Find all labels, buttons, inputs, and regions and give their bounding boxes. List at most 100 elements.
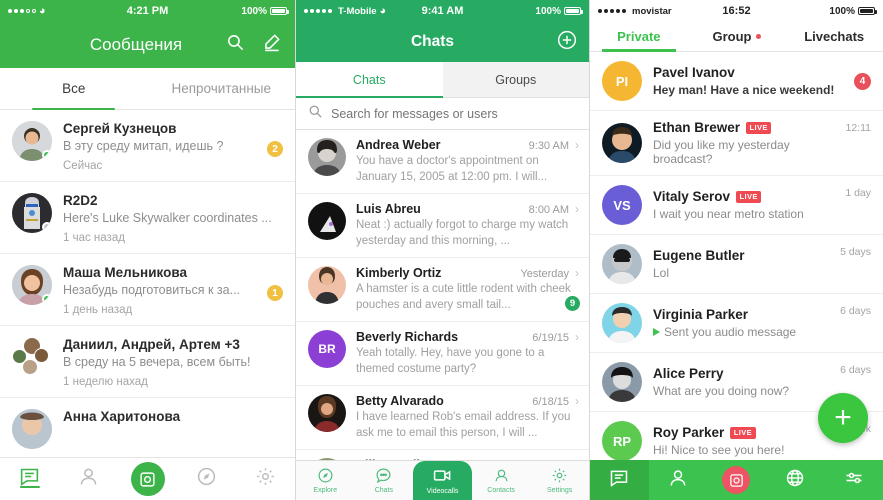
tab-settings[interactable]: Settings bbox=[530, 461, 589, 500]
tab-chats-label: Chats bbox=[374, 487, 394, 494]
presence-dot bbox=[42, 294, 52, 304]
tab-settings[interactable] bbox=[236, 466, 295, 492]
contacts-icon bbox=[493, 467, 510, 486]
contact-name: Eugene Butler bbox=[653, 248, 745, 263]
contact-name: Ethan Brewer bbox=[653, 120, 741, 135]
contact-name: Virginia Parker bbox=[653, 307, 749, 322]
avatar bbox=[12, 265, 52, 305]
chat-bubble-icon bbox=[609, 468, 629, 493]
tab-explore[interactable]: Explore bbox=[296, 461, 355, 500]
bottom-tab-bar: Explore Chats Videocalls Contacts Settin… bbox=[296, 460, 589, 500]
tab-contacts[interactable] bbox=[59, 466, 118, 492]
tab-contacts[interactable] bbox=[649, 460, 708, 500]
tab-contacts[interactable]: Contacts bbox=[472, 461, 531, 500]
filter-tabs: Все Непрочитанные bbox=[0, 68, 295, 110]
nav-bar: Chats bbox=[296, 22, 589, 62]
status-bar: ◕ 4:21 PM 100% bbox=[0, 0, 295, 22]
tab-group[interactable]: Group bbox=[688, 22, 786, 51]
message-preview: В эту среду митап, идешь ? bbox=[63, 139, 224, 153]
avatar: PI bbox=[602, 61, 642, 101]
tab-chats[interactable]: Chats bbox=[296, 62, 443, 98]
message-preview: Yeah totally. Hey, have you gone to a th… bbox=[356, 347, 545, 375]
list-item[interactable]: Ethan Brewer LIVE Did you like my yester… bbox=[590, 111, 883, 176]
contact-name: Alice Perry bbox=[653, 366, 724, 381]
list-item[interactable]: Даниил, Андрей, Артем +3 В среду на 5 ве… bbox=[0, 326, 295, 398]
message-preview: Did you like my yesterday broadcast? bbox=[653, 138, 790, 166]
tab-private[interactable]: Private bbox=[590, 22, 688, 52]
contact-name: Andrea Weber bbox=[356, 138, 441, 152]
tab-settings[interactable] bbox=[824, 460, 883, 500]
conversation-list[interactable]: Сергей Кузнецов В эту среду митап, идешь… bbox=[0, 110, 295, 457]
message-preview: Hi! Nice to see you here! bbox=[653, 443, 785, 457]
presence-dot bbox=[42, 222, 52, 232]
timestamp: 5 days bbox=[840, 246, 871, 258]
tab-all[interactable]: Все bbox=[0, 68, 148, 110]
gear-icon bbox=[551, 467, 568, 486]
tab-contacts-label: Contacts bbox=[487, 487, 515, 494]
chat-list[interactable]: Andrea Weber 9:30 AM › You have a doctor… bbox=[296, 130, 589, 460]
avatar-initials: BR bbox=[318, 342, 336, 357]
search-bar[interactable] bbox=[296, 98, 589, 130]
three-panel-screenshot: ◕ 4:21 PM 100% Сообщения Все Непрочитанн… bbox=[0, 0, 883, 500]
list-item[interactable]: VS Vitaly Serov LIVE I wait you near met… bbox=[590, 176, 883, 235]
bottom-tab-bar bbox=[590, 460, 883, 500]
tab-private-label: Private bbox=[617, 29, 661, 44]
list-item[interactable]: Сергей Кузнецов В эту среду митап, идешь… bbox=[0, 110, 295, 182]
list-item[interactable]: Betty Alvarado 6/18/15 › I have learned … bbox=[296, 386, 589, 451]
status-time: 16:52 bbox=[722, 5, 751, 17]
avatar bbox=[308, 266, 346, 305]
globe-icon bbox=[785, 468, 805, 493]
tab-livechats[interactable]: Livechats bbox=[785, 22, 883, 51]
list-item[interactable]: Маша Мельникова Незабудь подготовиться к… bbox=[0, 254, 295, 326]
tab-explore[interactable] bbox=[177, 466, 236, 492]
live-badge: LIVE bbox=[746, 121, 772, 134]
contact-name: R2D2 bbox=[63, 193, 98, 208]
play-audio-icon[interactable] bbox=[653, 328, 660, 336]
search-input[interactable] bbox=[331, 106, 577, 121]
list-item-content: Virginia Parker Sent you audio message bbox=[653, 307, 829, 339]
chevron-right-icon: › bbox=[575, 330, 579, 345]
tab-groups[interactable]: Groups bbox=[442, 62, 589, 97]
list-item-content: Betty Alvarado 6/18/15 › I have learned … bbox=[356, 394, 579, 441]
list-item[interactable]: Billy Hamilton 6/17/15 › Mmhm, I don't l… bbox=[296, 450, 589, 460]
battery-icon bbox=[858, 7, 877, 15]
avatar bbox=[12, 193, 52, 233]
list-item[interactable]: Andrea Weber 9:30 AM › You have a doctor… bbox=[296, 130, 589, 195]
contact-name: Маша Мельникова bbox=[63, 265, 187, 280]
tab-unread[interactable]: Непрочитанные bbox=[148, 68, 296, 109]
list-item[interactable]: PI Pavel Ivanov Hey man! Have a nice wee… bbox=[590, 52, 883, 111]
unread-dot-icon bbox=[755, 34, 761, 39]
tab-discover[interactable] bbox=[766, 460, 825, 500]
tab-groups-label: Groups bbox=[495, 72, 537, 87]
tab-camera[interactable] bbox=[118, 462, 177, 496]
compose-pencil-icon[interactable] bbox=[262, 33, 281, 57]
list-item[interactable]: Kimberly Ortiz Yesterday › A hamster is … bbox=[296, 258, 589, 323]
tab-videocalls[interactable]: Videocalls bbox=[413, 461, 472, 500]
plus-circle-icon[interactable] bbox=[557, 30, 577, 55]
avatar bbox=[602, 303, 642, 343]
list-item[interactable]: BR Beverly Richards 6/19/15 › Yeah total… bbox=[296, 322, 589, 387]
timestamp: 6/19/15 bbox=[532, 332, 569, 345]
panel-chats-en: T-Mobile ◕ 9:41 AM 100% Chats Chats Grou… bbox=[295, 0, 590, 500]
list-item-content: Сергей Кузнецов В эту среду митап, идешь… bbox=[63, 121, 256, 172]
tab-explore-label: Explore bbox=[313, 487, 338, 494]
timestamp: 6 days bbox=[840, 305, 871, 317]
list-item[interactable]: Virginia Parker Sent you audio message 6… bbox=[590, 294, 883, 353]
tab-chats[interactable]: Chats bbox=[355, 461, 414, 500]
tab-chats[interactable] bbox=[590, 460, 649, 500]
list-item[interactable]: R2D2 Here's Luke Skywalker coordinates .… bbox=[0, 182, 295, 254]
tab-camera[interactable] bbox=[707, 460, 766, 500]
tab-chats[interactable] bbox=[0, 466, 59, 492]
message-preview: Hey man! Have a nice weekend! bbox=[653, 83, 835, 97]
status-bar: movistar 16:52 100% bbox=[590, 0, 883, 22]
message-preview: You have a doctor's appointment on Janua… bbox=[356, 155, 548, 183]
search-icon[interactable] bbox=[226, 33, 245, 57]
new-chat-fab[interactable]: + bbox=[818, 393, 868, 443]
list-item[interactable]: Luis Abreu 8:00 AM › Neat :) actually fo… bbox=[296, 194, 589, 259]
avatar: RP bbox=[602, 421, 642, 460]
list-item[interactable]: Eugene Butler Lol 5 days bbox=[590, 235, 883, 294]
list-item[interactable]: Анна Харитонова bbox=[0, 398, 295, 457]
chevron-right-icon: › bbox=[575, 138, 579, 152]
sliders-icon bbox=[844, 468, 864, 493]
contact-name: Roy Parker bbox=[653, 425, 725, 440]
